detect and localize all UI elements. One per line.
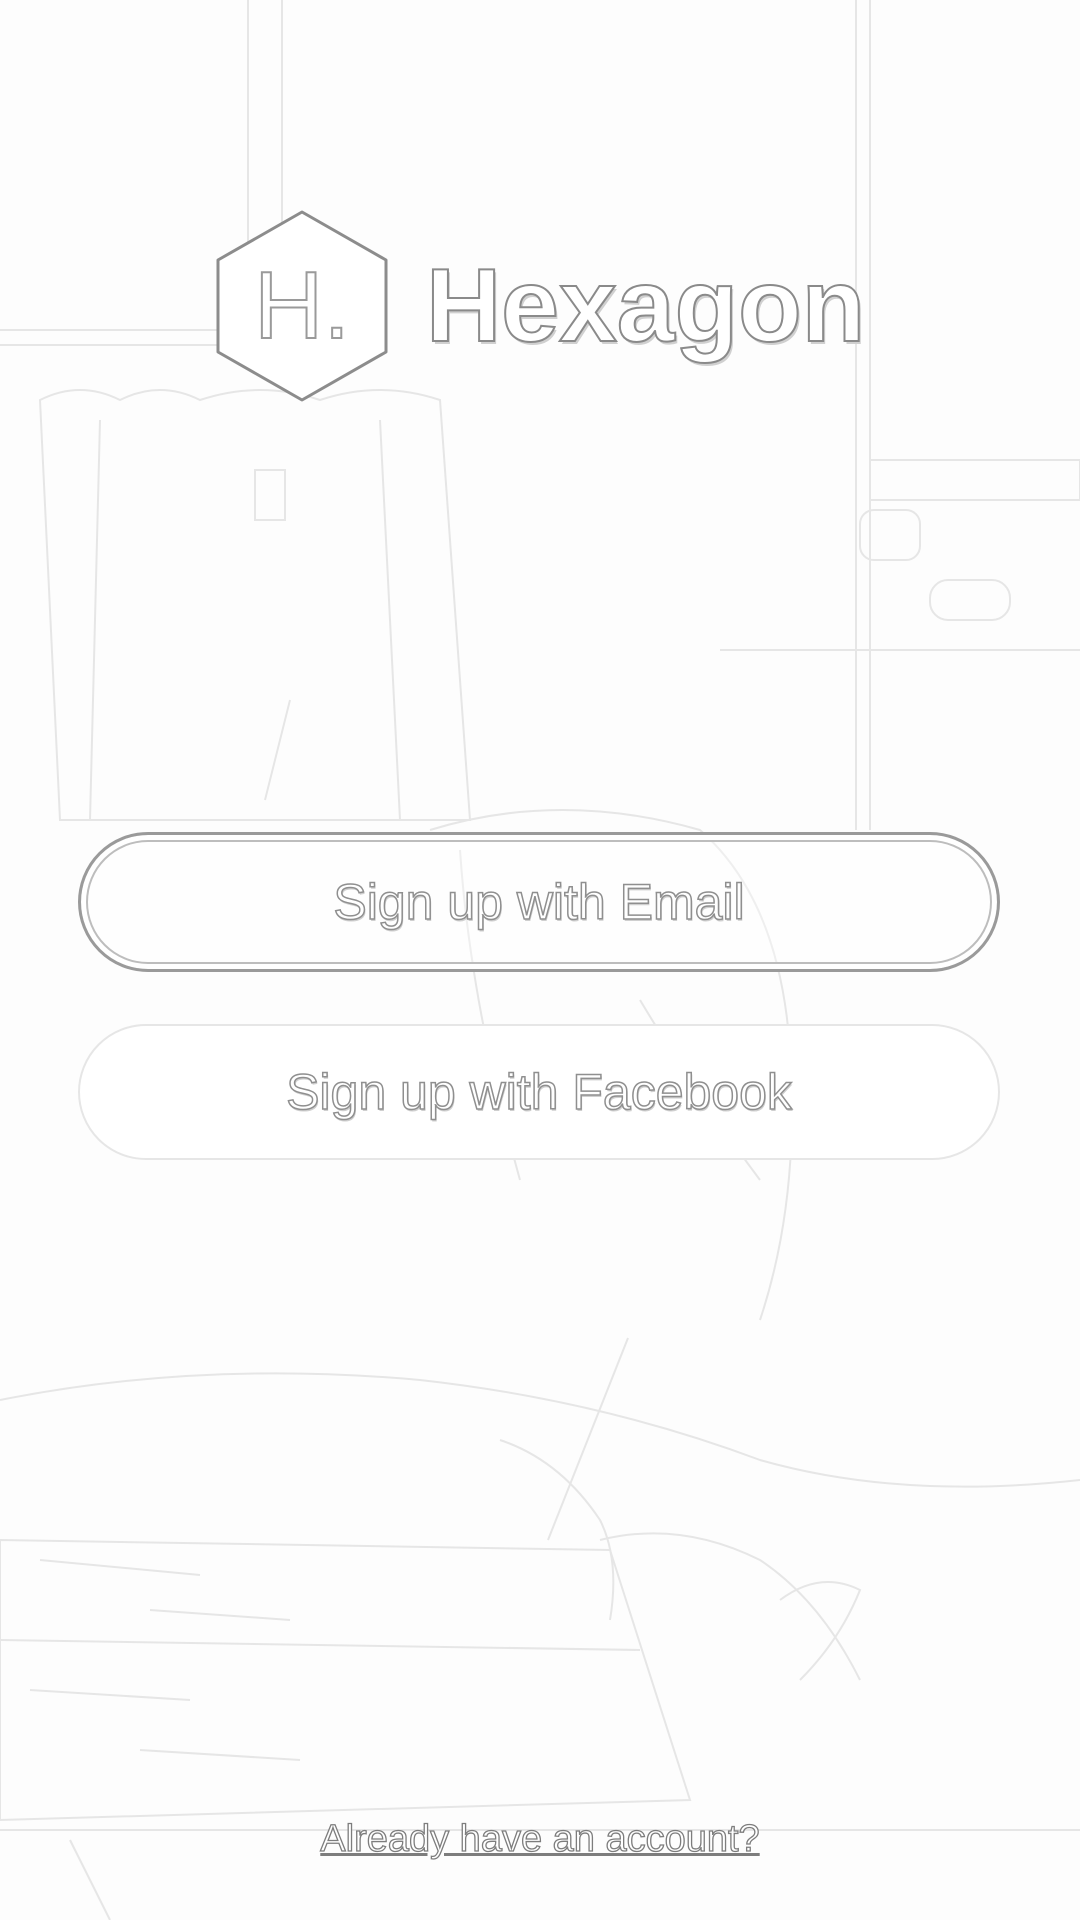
- signup-screen: H. Hexagon Sign up with Email Sign up wi…: [0, 0, 1080, 1920]
- signup-facebook-button[interactable]: Sign up with Facebook: [78, 1024, 1000, 1160]
- signup-facebook-label: Sign up with Facebook: [285, 1063, 792, 1121]
- login-link-container: Already have an account?: [0, 1817, 1080, 1861]
- hexagon-logo-icon: H.: [214, 208, 390, 404]
- logo-letter: H.: [253, 251, 351, 360]
- login-link[interactable]: Already have an account?: [320, 1817, 761, 1860]
- app-name: Hexagon: [425, 248, 866, 364]
- signup-email-button[interactable]: Sign up with Email: [78, 832, 1000, 972]
- app-logo: H. Hexagon: [214, 208, 866, 404]
- signup-email-label: Sign up with Email: [333, 873, 746, 931]
